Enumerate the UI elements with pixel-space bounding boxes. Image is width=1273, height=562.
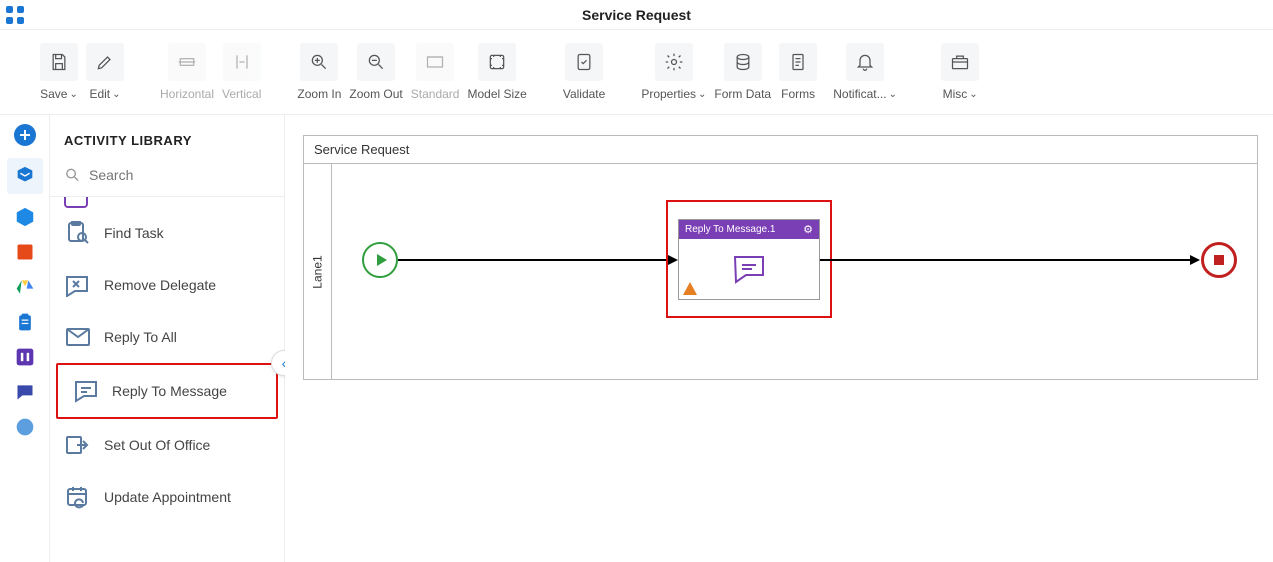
activity-item-remove-delegate[interactable]: Remove Delegate <box>50 259 284 311</box>
activity-item-update-appointment[interactable]: Update Appointment <box>50 471 284 523</box>
standard-button: Standard <box>411 43 460 101</box>
activity-item-reply-to-message[interactable]: Reply To Message <box>56 363 278 419</box>
model-size-label: Model Size <box>467 87 526 101</box>
notifications-button[interactable]: Notificat...⌄ <box>825 43 905 101</box>
activity-label: Update Appointment <box>104 489 231 505</box>
search-input[interactable] <box>89 167 270 183</box>
search-icon <box>64 166 81 184</box>
office-icon[interactable] <box>13 240 37 264</box>
remove-delegate-icon <box>64 273 92 297</box>
chevron-down-icon: ⌄ <box>69 89 77 100</box>
save-button[interactable]: Save⌄ <box>40 43 78 101</box>
task-node-reply-to-message[interactable]: Reply To Message.1 ⚙ <box>678 219 820 300</box>
set-out-of-office-icon <box>64 433 92 457</box>
zoom-out-button[interactable]: Zoom Out <box>349 43 402 101</box>
standard-label: Standard <box>411 87 460 101</box>
play-icon <box>377 254 387 266</box>
header-bar: Service Request <box>0 0 1273 30</box>
lane-label[interactable]: Lane1 <box>304 164 332 379</box>
chat-icon[interactable] <box>13 380 37 404</box>
end-node[interactable] <box>1201 242 1237 278</box>
lane-body[interactable]: Reply To Message.1 ⚙ <box>332 164 1257 379</box>
edit-label: Edit <box>89 87 110 101</box>
selection-box: Reply To Message.1 ⚙ <box>666 200 832 318</box>
horizontal-label: Horizontal <box>160 87 214 101</box>
update-appointment-icon <box>64 485 92 509</box>
pause-icon[interactable] <box>13 345 37 369</box>
activity-item-set-out-of-office[interactable]: Set Out Of Office <box>50 419 284 471</box>
stop-icon <box>1214 255 1224 265</box>
vertical-label: Vertical <box>222 87 261 101</box>
find-task-icon <box>64 221 92 245</box>
activity-library-panel: ACTIVITY LIBRARY Find Task Remove Delega… <box>50 115 285 562</box>
task-title: Reply To Message.1 <box>685 224 775 235</box>
forms-label: Forms <box>781 87 815 101</box>
reply-to-message-icon <box>72 379 100 403</box>
message-icon <box>732 254 766 284</box>
horizontal-button: Horizontal <box>160 43 214 101</box>
app-logo-icon[interactable] <box>0 5 30 25</box>
exchange-icon[interactable] <box>7 158 43 194</box>
process-container: Service Request Lane1 Reply To Message.1… <box>303 135 1258 380</box>
reply-to-all-icon <box>64 325 92 349</box>
chevron-down-icon: ⌄ <box>889 89 897 100</box>
zoom-in-label: Zoom In <box>297 87 341 101</box>
activity-item-reply-to-all[interactable]: Reply To All <box>50 311 284 363</box>
search-row <box>50 160 284 197</box>
drive-icon[interactable] <box>13 275 37 299</box>
task-header: Reply To Message.1 ⚙ <box>679 220 819 239</box>
properties-button[interactable]: Properties⌄ <box>641 43 706 101</box>
gear-icon[interactable]: ⚙ <box>803 223 813 236</box>
sidebar-title: ACTIVITY LIBRARY <box>50 115 284 160</box>
hexagon-icon[interactable] <box>13 205 37 229</box>
canvas-area[interactable]: Service Request Lane1 Reply To Message.1… <box>285 115 1273 562</box>
vertical-button: Vertical <box>222 43 261 101</box>
activity-label: Reply To All <box>104 329 177 345</box>
properties-label: Properties <box>641 87 696 101</box>
activity-list: Find Task Remove Delegate Reply To All R… <box>50 201 284 562</box>
form-data-label: Form Data <box>714 87 771 101</box>
left-rail <box>0 115 50 562</box>
arrow-head-icon <box>1190 255 1200 265</box>
warning-icon <box>683 282 697 295</box>
model-size-button[interactable]: Model Size <box>467 43 526 101</box>
misc-label: Misc <box>943 87 968 101</box>
page-title: Service Request <box>582 7 691 23</box>
validate-button[interactable]: Validate <box>563 43 605 101</box>
chevron-down-icon: ⌄ <box>969 89 977 100</box>
activity-item-find-task[interactable]: Find Task <box>50 207 284 259</box>
notifications-label: Notificat... <box>833 87 886 101</box>
lane-row: Lane1 Reply To Message.1 ⚙ <box>304 164 1257 379</box>
main-area: ACTIVITY LIBRARY Find Task Remove Delega… <box>0 115 1273 562</box>
chevron-down-icon: ⌄ <box>698 89 706 100</box>
zoom-out-label: Zoom Out <box>349 87 402 101</box>
edit-button[interactable]: Edit⌄ <box>86 43 124 101</box>
misc-button[interactable]: Misc⌄ <box>941 43 979 101</box>
add-icon[interactable] <box>13 123 37 147</box>
circle-icon[interactable] <box>13 415 37 439</box>
activity-label: Find Task <box>104 225 164 241</box>
form-data-button[interactable]: Form Data <box>714 43 771 101</box>
save-label: Save <box>40 87 67 101</box>
clipboard-icon[interactable] <box>13 310 37 334</box>
activity-label: Remove Delegate <box>104 277 216 293</box>
chevron-down-icon: ⌄ <box>112 89 120 100</box>
task-body <box>679 239 819 299</box>
zoom-in-button[interactable]: Zoom In <box>297 43 341 101</box>
start-node[interactable] <box>362 242 398 278</box>
flow-arrow[interactable] <box>820 259 1192 261</box>
forms-button[interactable]: Forms <box>779 43 817 101</box>
toolbar: Save⌄ Edit⌄ Horizontal Vertical Zoom In … <box>0 30 1273 115</box>
validate-label: Validate <box>563 87 605 101</box>
flow-arrow[interactable] <box>398 259 670 261</box>
activity-label: Reply To Message <box>112 383 227 399</box>
process-title[interactable]: Service Request <box>304 136 1257 164</box>
activity-label: Set Out Of Office <box>104 437 210 453</box>
